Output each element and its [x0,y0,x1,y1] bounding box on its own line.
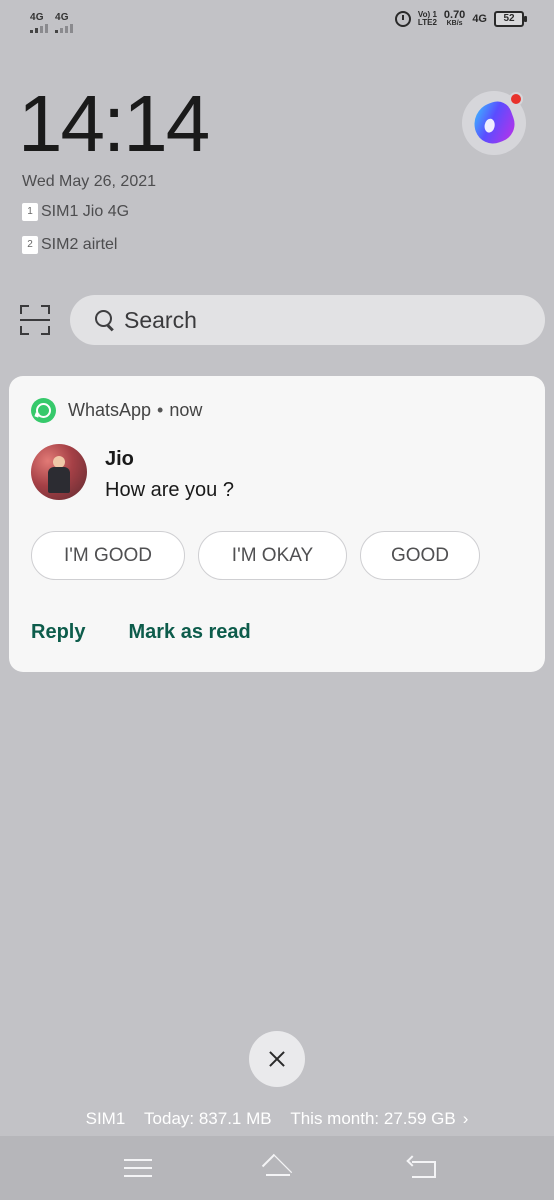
alarm-icon [394,11,411,27]
sim2-label: SIM2 airtel [41,236,118,253]
sim1-signal-indicator: 4G [30,12,48,33]
sim1-badge: 1 [22,203,38,221]
chevron-right-icon: › [462,1109,469,1128]
sim2-info: 2 SIM2 airtel [22,236,117,254]
back-icon[interactable] [406,1155,436,1178]
search-icon [94,309,116,331]
network-speed-unit: KB/s [446,20,463,27]
notification-message: How are you ? [105,479,234,501]
lockscreen-date: Wed May 26, 2021 [22,173,157,190]
network-type: 4G [472,13,487,25]
data-usage-sim: SIM1 [85,1109,126,1128]
clear-notifications-button[interactable] [249,1031,305,1087]
sim1-info: 1 SIM1 Jio 4G [22,203,129,221]
mark-as-read-button[interactable]: Mark as read [128,621,250,644]
quick-replies: I'M GOOD I'M OKAY GOOD [31,531,480,580]
volte-bottom-label: LTE2 [417,18,437,27]
notification-sender: Jio [105,448,134,470]
search-bar[interactable]: Search [70,295,545,345]
sim2-network-label: 4G [55,12,69,23]
status-bar: 4G 4G Vo) 1 LTE2 0.70 KB/s 4G 52 [0,0,554,44]
notification-app-name: WhatsApp [68,400,152,420]
network-speed: 0.70 KB/s [444,10,465,28]
notification-dot-icon [509,92,523,106]
navigation-bar [0,1136,554,1200]
search-placeholder: Search [124,306,197,333]
notification-header: WhatsApp • now [31,398,202,423]
data-usage-today: Today: 837.1 MB [144,1109,272,1128]
quick-reply-im-okay[interactable]: I'M OKAY [198,531,347,580]
sim2-signal-bars-icon [55,24,73,33]
data-usage-summary[interactable]: SIM1 Today: 837.1 MB This month: 27.59 G… [0,1109,554,1129]
notification-actions: Reply Mark as read [31,621,251,644]
volte-indicator: Vo) 1 LTE2 [418,11,437,27]
battery-icon: 52 [494,11,527,27]
header-separator: • [157,400,164,420]
whatsapp-notification[interactable]: WhatsApp • now Jio How are you ? I'M GOO… [9,376,545,672]
sim1-signal-bars-icon [30,24,48,33]
quick-reply-good[interactable]: GOOD [360,531,480,580]
menu-icon[interactable] [124,1158,152,1178]
notification-time: now [169,400,203,420]
whatsapp-icon [31,398,56,423]
assistant-button[interactable] [462,91,526,155]
status-icons: Vo) 1 LTE2 0.70 KB/s 4G 52 [394,10,527,28]
quick-reply-im-good[interactable]: I'M GOOD [31,531,185,580]
lockscreen-clock: 14:14 [18,79,210,168]
reply-button[interactable]: Reply [31,621,85,644]
data-usage-month: This month: 27.59 GB [290,1109,456,1128]
sim1-network-label: 4G [30,12,44,23]
scan-icon[interactable] [20,305,50,335]
sim1-label: SIM1 Jio 4G [41,203,130,220]
avatar [31,444,87,500]
sim2-signal-indicator: 4G [55,12,73,33]
home-icon[interactable] [258,1154,298,1180]
sim2-badge: 2 [22,236,38,254]
